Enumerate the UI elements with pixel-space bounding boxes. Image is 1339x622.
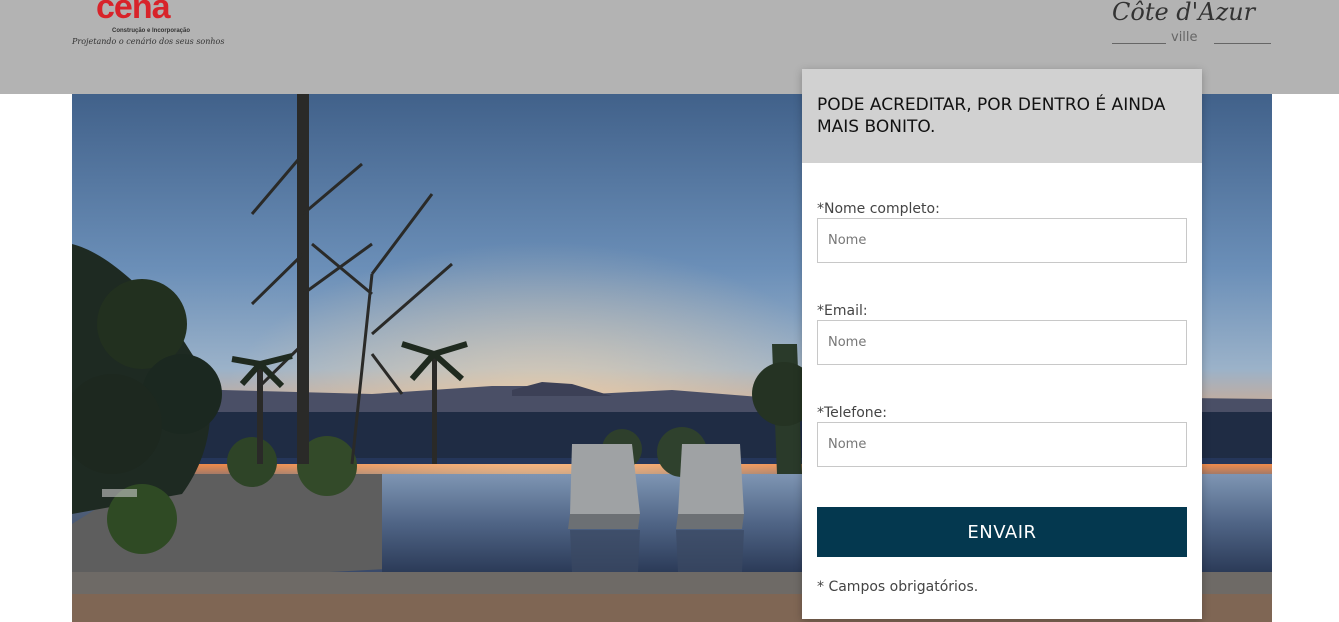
cena-logo-subtitle: Construção e Incorporação [112, 28, 191, 34]
name-input[interactable] [817, 218, 1187, 263]
cena-logo[interactable]: cena Construção e Incorporação Projetand… [72, 0, 232, 50]
form-header: PODE ACREDITAR, POR DENTRO É AINDA MAIS … [802, 69, 1202, 163]
phone-label: *Telefone: [817, 405, 887, 421]
phone-input[interactable] [817, 422, 1187, 467]
logo-divider-left [1112, 43, 1166, 44]
logo-divider-right [1214, 43, 1271, 44]
cote-dazur-logo-script: Côte d'Azur [1112, 0, 1256, 26]
submit-button[interactable]: ENVAIR [817, 507, 1187, 557]
name-label: *Nome completo: [817, 201, 940, 217]
form-heading: PODE ACREDITAR, POR DENTRO É AINDA MAIS … [817, 95, 1166, 137]
required-fields-note: * Campos obrigatórios. [817, 579, 979, 595]
field-email: *Email: [817, 303, 1187, 365]
email-label: *Email: [817, 303, 868, 319]
cote-dazur-logo-subtitle: ville [1171, 30, 1198, 45]
cena-logo-slogan: Projetando o cenário dos seus sonhos [72, 37, 225, 46]
contact-form: *Nome completo: *Email: *Telefone: ENVAI… [802, 163, 1202, 595]
field-phone: *Telefone: [817, 405, 1187, 467]
cote-dazur-logo[interactable]: Côte d'Azur ville [1110, 0, 1272, 50]
contact-form-card: PODE ACREDITAR, POR DENTRO É AINDA MAIS … [802, 69, 1202, 619]
cena-logo-wordmark: cena [96, 0, 170, 26]
field-name: *Nome completo: [817, 201, 1187, 263]
email-input[interactable] [817, 320, 1187, 365]
